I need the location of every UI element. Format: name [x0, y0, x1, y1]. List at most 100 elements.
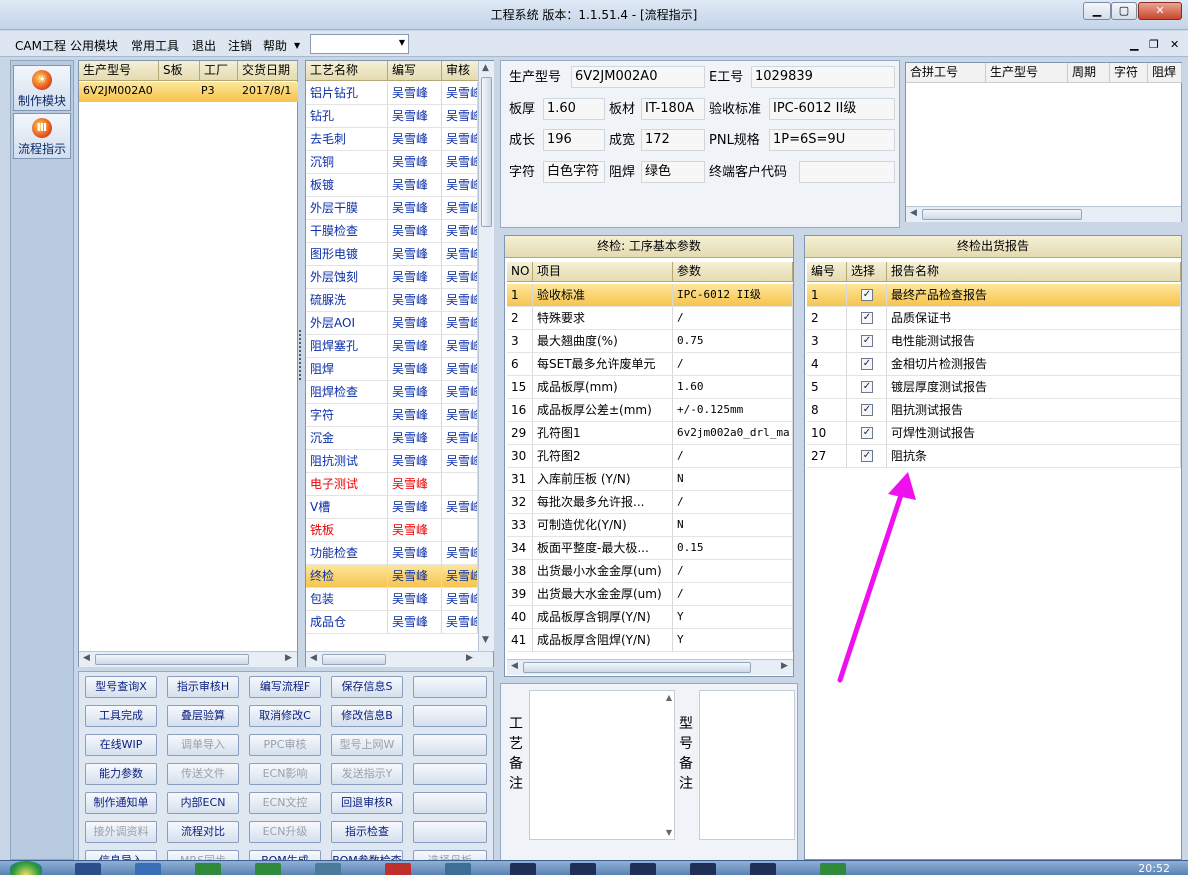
col-header[interactable]: 阻焊 [1148, 63, 1182, 83]
cell-select[interactable]: ✓ [847, 307, 887, 330]
table-row[interactable]: 包装吴雪峰吴雪峰 [306, 588, 478, 611]
scroll-thumb[interactable] [481, 77, 492, 227]
col-header[interactable]: 合拼工号 [906, 63, 986, 83]
app-icon[interactable] [820, 863, 846, 875]
minimize-icon[interactable]: ▁ [1083, 2, 1111, 20]
action-button[interactable]: 接外调资料 [85, 821, 157, 843]
table-row[interactable]: 阻焊吴雪峰吴雪峰 [306, 358, 478, 381]
table-row[interactable]: 沉铜吴雪峰吴雪峰 [306, 151, 478, 174]
table-row[interactable]: V槽吴雪峰吴雪峰 [306, 496, 478, 519]
table-row[interactable]: 3 最大翘曲度(%) 0.75 [507, 330, 793, 353]
table-row[interactable]: 外层AOI吴雪峰吴雪峰 [306, 312, 478, 335]
table-row[interactable]: 10 ✓ 可焊性测试报告 [807, 422, 1181, 445]
action-button[interactable] [413, 705, 487, 727]
window-icon[interactable] [630, 863, 656, 875]
table-row[interactable]: 6V2JM002A0 P3 2017/8/1 [79, 82, 298, 102]
col-header[interactable]: 编号 [807, 262, 847, 282]
checkbox-checked-icon[interactable]: ✓ [861, 335, 873, 347]
nav-flow-guide[interactable]: Ⅲ 流程指示 [13, 113, 71, 159]
splitter-handle[interactable] [299, 330, 303, 380]
cell-select[interactable]: ✓ [847, 330, 887, 353]
scroll-down-icon[interactable]: ▼ [482, 635, 489, 645]
col-header[interactable]: 生产型号 [986, 63, 1068, 83]
cell-select[interactable]: ✓ [847, 284, 887, 307]
menu-help[interactable]: 帮助 [263, 37, 287, 54]
scroll-up-icon[interactable]: ▲ [482, 63, 489, 73]
table-row[interactable]: 阻焊检查吴雪峰吴雪峰 [306, 381, 478, 404]
action-button[interactable]: 回退审核R [331, 792, 403, 814]
cell-select[interactable]: ✓ [847, 422, 887, 445]
table-row[interactable]: 去毛刺吴雪峰吴雪峰 [306, 128, 478, 151]
scroll-left-icon[interactable]: ◀ [511, 661, 518, 671]
action-button[interactable]: 传送文件 [167, 763, 239, 785]
field-thickness[interactable]: 1.60 [543, 98, 605, 120]
field-customer[interactable] [799, 161, 895, 183]
scroll-right-icon[interactable]: ▶ [781, 661, 788, 671]
table-row[interactable]: 硫脲洗吴雪峰吴雪峰 [306, 289, 478, 312]
scroll-right-icon[interactable]: ▶ [285, 653, 292, 663]
action-button[interactable]: 编写流程F [249, 676, 321, 698]
table-row[interactable]: 5 ✓ 镀层厚度测试报告 [807, 376, 1181, 399]
field-standard[interactable]: IPC-6012 II级 [769, 98, 895, 120]
nav-make-module[interactable]: ☀ 制作模块 [13, 65, 71, 111]
horizontal-scrollbar[interactable]: ◀ ▶ [507, 659, 793, 675]
table-row[interactable]: 32 每批次最多允许报... / [507, 491, 793, 514]
menu-exit[interactable]: 退出 [192, 37, 216, 54]
cell-select[interactable]: ✓ [847, 376, 887, 399]
col-header[interactable]: 工厂 [200, 61, 238, 81]
window-icon[interactable] [690, 863, 716, 875]
action-button[interactable]: 发送指示Y [331, 763, 403, 785]
col-header[interactable]: NO [507, 262, 533, 282]
window-icon[interactable] [750, 863, 776, 875]
menu-cam[interactable]: CAM工程 [15, 37, 66, 54]
col-header[interactable]: 编写 [388, 61, 442, 81]
action-button[interactable]: 指示检查 [331, 821, 403, 843]
action-button[interactable] [413, 792, 487, 814]
cell-select[interactable]: ✓ [847, 399, 887, 422]
scroll-thumb[interactable] [922, 209, 1082, 220]
table-row[interactable]: 外层干膜吴雪峰吴雪峰 [306, 197, 478, 220]
table-row[interactable]: 3 ✓ 电性能测试报告 [807, 330, 1181, 353]
menu-logout[interactable]: 注销 [228, 37, 252, 54]
table-row[interactable]: 阻焊塞孔吴雪峰吴雪峰 [306, 335, 478, 358]
action-button[interactable]: 制作通知单 [85, 792, 157, 814]
action-button[interactable]: 在线WIP [85, 734, 157, 756]
field-material[interactable]: IT-180A [641, 98, 705, 120]
action-button[interactable]: ECN影响 [249, 763, 321, 785]
maximize-icon[interactable]: ▢ [1111, 2, 1137, 20]
table-row[interactable]: 铣板 吴雪峰 [306, 519, 478, 542]
window-icon[interactable] [510, 863, 536, 875]
table-row[interactable]: 2 特殊要求 / [507, 307, 793, 330]
table-row[interactable]: 铝片钻孔吴雪峰吴雪峰 [306, 82, 478, 105]
field-length[interactable]: 196 [543, 129, 605, 151]
menu-tools[interactable]: 常用工具 [131, 37, 179, 54]
col-header[interactable]: 生产型号 [79, 61, 159, 81]
app-icon[interactable] [255, 863, 281, 875]
vertical-scrollbar[interactable]: ▲ ▼ [478, 61, 494, 651]
col-header[interactable]: 选择 [847, 262, 887, 282]
action-button[interactable] [413, 763, 487, 785]
field-width[interactable]: 172 [641, 129, 705, 151]
col-header[interactable]: 参数 [673, 262, 793, 282]
field-model[interactable]: 6V2JM002A0 [571, 66, 705, 88]
table-row[interactable]: 电子测试 吴雪峰 [306, 473, 478, 496]
col-header[interactable]: 周期 [1068, 63, 1110, 83]
scroll-down-icon[interactable]: ▼ [666, 828, 672, 837]
action-button[interactable] [413, 676, 487, 698]
table-row[interactable]: 4 ✓ 金相切片检测报告 [807, 353, 1181, 376]
table-row[interactable]: 38 出货最小水金金厚(um) / [507, 560, 793, 583]
table-row[interactable]: 沉金吴雪峰吴雪峰 [306, 427, 478, 450]
scroll-thumb[interactable] [523, 662, 751, 673]
mdi-close-icon[interactable]: ✕ [1170, 38, 1179, 51]
action-button[interactable]: ECN升级 [249, 821, 321, 843]
table-row[interactable]: 1 验收标准 IPC-6012 II级 [507, 284, 793, 307]
action-button[interactable]: ECN文控 [249, 792, 321, 814]
action-button[interactable]: 调单导入 [167, 734, 239, 756]
horizontal-scrollbar[interactable]: ◀ ▶ [79, 651, 297, 667]
table-row[interactable]: 6 每SET最多允许废单元 / [507, 353, 793, 376]
table-row[interactable]: 字符吴雪峰吴雪峰 [306, 404, 478, 427]
table-row[interactable]: 外层蚀刻吴雪峰吴雪峰 [306, 266, 478, 289]
field-pnl[interactable]: 1P=6S=9U [769, 129, 895, 151]
action-button[interactable]: 保存信息S [331, 676, 403, 698]
model-notes-textarea[interactable] [699, 690, 795, 840]
